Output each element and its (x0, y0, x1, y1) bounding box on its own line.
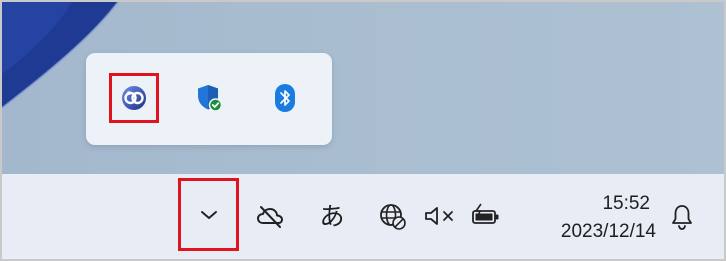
clock-date-button[interactable]: 15:52 2023/12/14 (526, 190, 656, 246)
taskbar: あ 15:52 2023/12/14 (2, 174, 724, 259)
desktop-area (2, 2, 724, 174)
show-hidden-icons-button[interactable] (178, 178, 239, 251)
bluetooth-tray-button[interactable] (260, 73, 310, 123)
ime-mode-label: あ (319, 202, 345, 231)
chevron-up-icon (200, 210, 217, 219)
battery-charging-icon (472, 203, 499, 224)
notifications-button[interactable] (666, 198, 698, 236)
windows-security-tray-button[interactable] (184, 73, 234, 123)
clock-time: 15:52 (602, 193, 650, 214)
remote-connection-tray-button[interactable] (109, 73, 159, 123)
screenshot-frame: あ 15:52 2023/12/14 (0, 0, 726, 261)
hidden-icons-flyout (86, 53, 332, 145)
speaker-muted-icon (425, 207, 453, 225)
bluetooth-icon (275, 84, 295, 112)
globe-no-internet-icon (380, 204, 406, 230)
network-tray-button[interactable] (374, 198, 410, 234)
onedrive-tray-button[interactable] (252, 198, 288, 234)
windows-security-shield-icon (198, 85, 223, 112)
clock-date: 2023/12/14 (560, 221, 656, 242)
battery-tray-button[interactable] (466, 198, 506, 234)
ime-mode-indicator[interactable]: あ (314, 196, 350, 234)
bell-icon (672, 205, 692, 230)
cloud-offline-icon (257, 206, 283, 228)
remote-connection-icon (122, 86, 146, 110)
volume-tray-button[interactable] (420, 198, 460, 234)
